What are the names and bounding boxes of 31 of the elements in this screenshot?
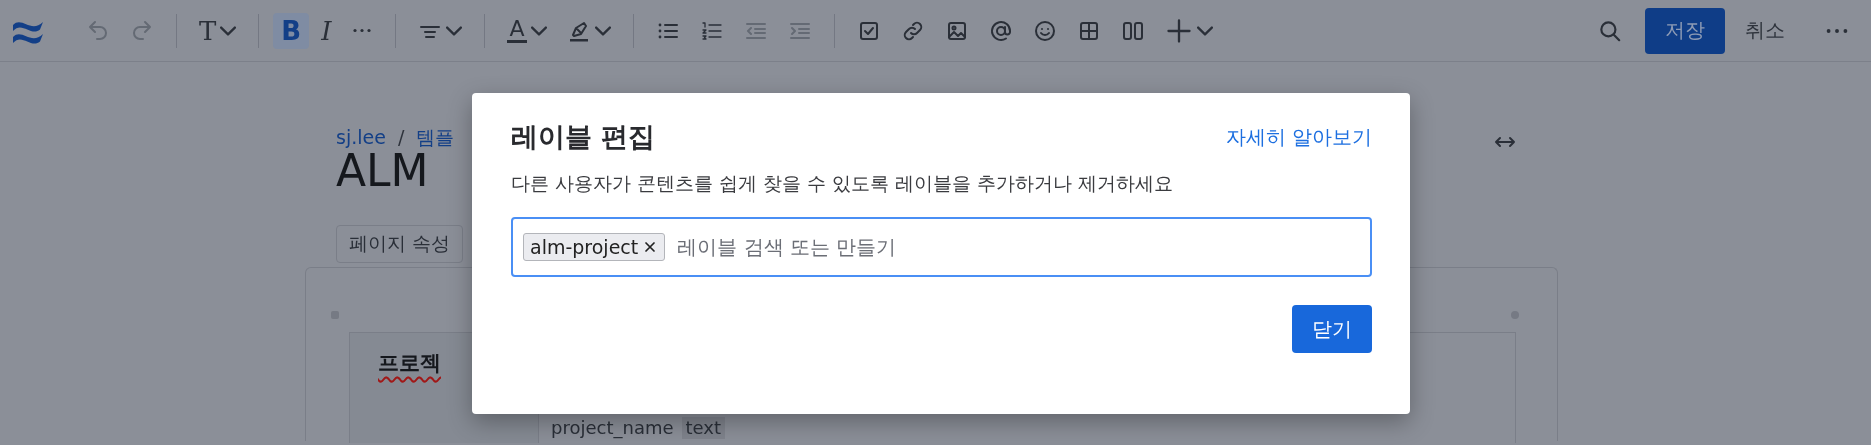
close-button[interactable]: 닫기	[1292, 305, 1372, 353]
format-button[interactable]: B	[273, 12, 310, 49]
breadcrumb-link[interactable]: 템플	[416, 126, 455, 148]
chevron-down-icon	[594, 25, 611, 36]
label-input-field[interactable]: alm-project 레이블 검색 또는 만들기	[511, 217, 1372, 277]
save-button[interactable]: 저장	[1645, 7, 1725, 54]
format-button[interactable]: A	[499, 12, 555, 49]
breadcrumb-separator: /	[397, 126, 405, 148]
type-tag: text	[681, 417, 726, 439]
format-button[interactable]: T	[191, 12, 245, 49]
smiley-icon	[1032, 18, 1057, 43]
label-tag[interactable]: alm-project	[523, 233, 666, 261]
undo-icon	[86, 18, 110, 43]
learn-more-link[interactable]: 자세히 알아보기	[1225, 123, 1372, 151]
redo-icon	[130, 18, 154, 43]
page-title: ALM	[335, 148, 429, 194]
table-cell: project_name	[551, 417, 674, 439]
cancel-button[interactable]: 취소	[1739, 17, 1791, 44]
chevron-down-icon	[530, 25, 547, 36]
format-button[interactable]: I	[313, 12, 340, 49]
plus-icon	[1164, 16, 1193, 45]
chevron-down-icon	[1196, 25, 1213, 36]
breadcrumb-link[interactable]: sj.lee	[336, 126, 386, 148]
more-icon	[1825, 27, 1849, 34]
dialog-description: 다른 사용자가 콘텐츠를 쉽게 찾을 수 있도록 레이블을 추가하거나 제거하세요	[511, 171, 1175, 196]
chevron-down-icon	[446, 25, 463, 36]
more-icon	[351, 28, 374, 33]
chevron-down-icon	[220, 25, 237, 36]
page-properties-label: 페이지 속성	[336, 225, 464, 263]
at-sign-icon	[988, 18, 1013, 43]
dialog-title: 레이블 편집	[511, 120, 656, 154]
